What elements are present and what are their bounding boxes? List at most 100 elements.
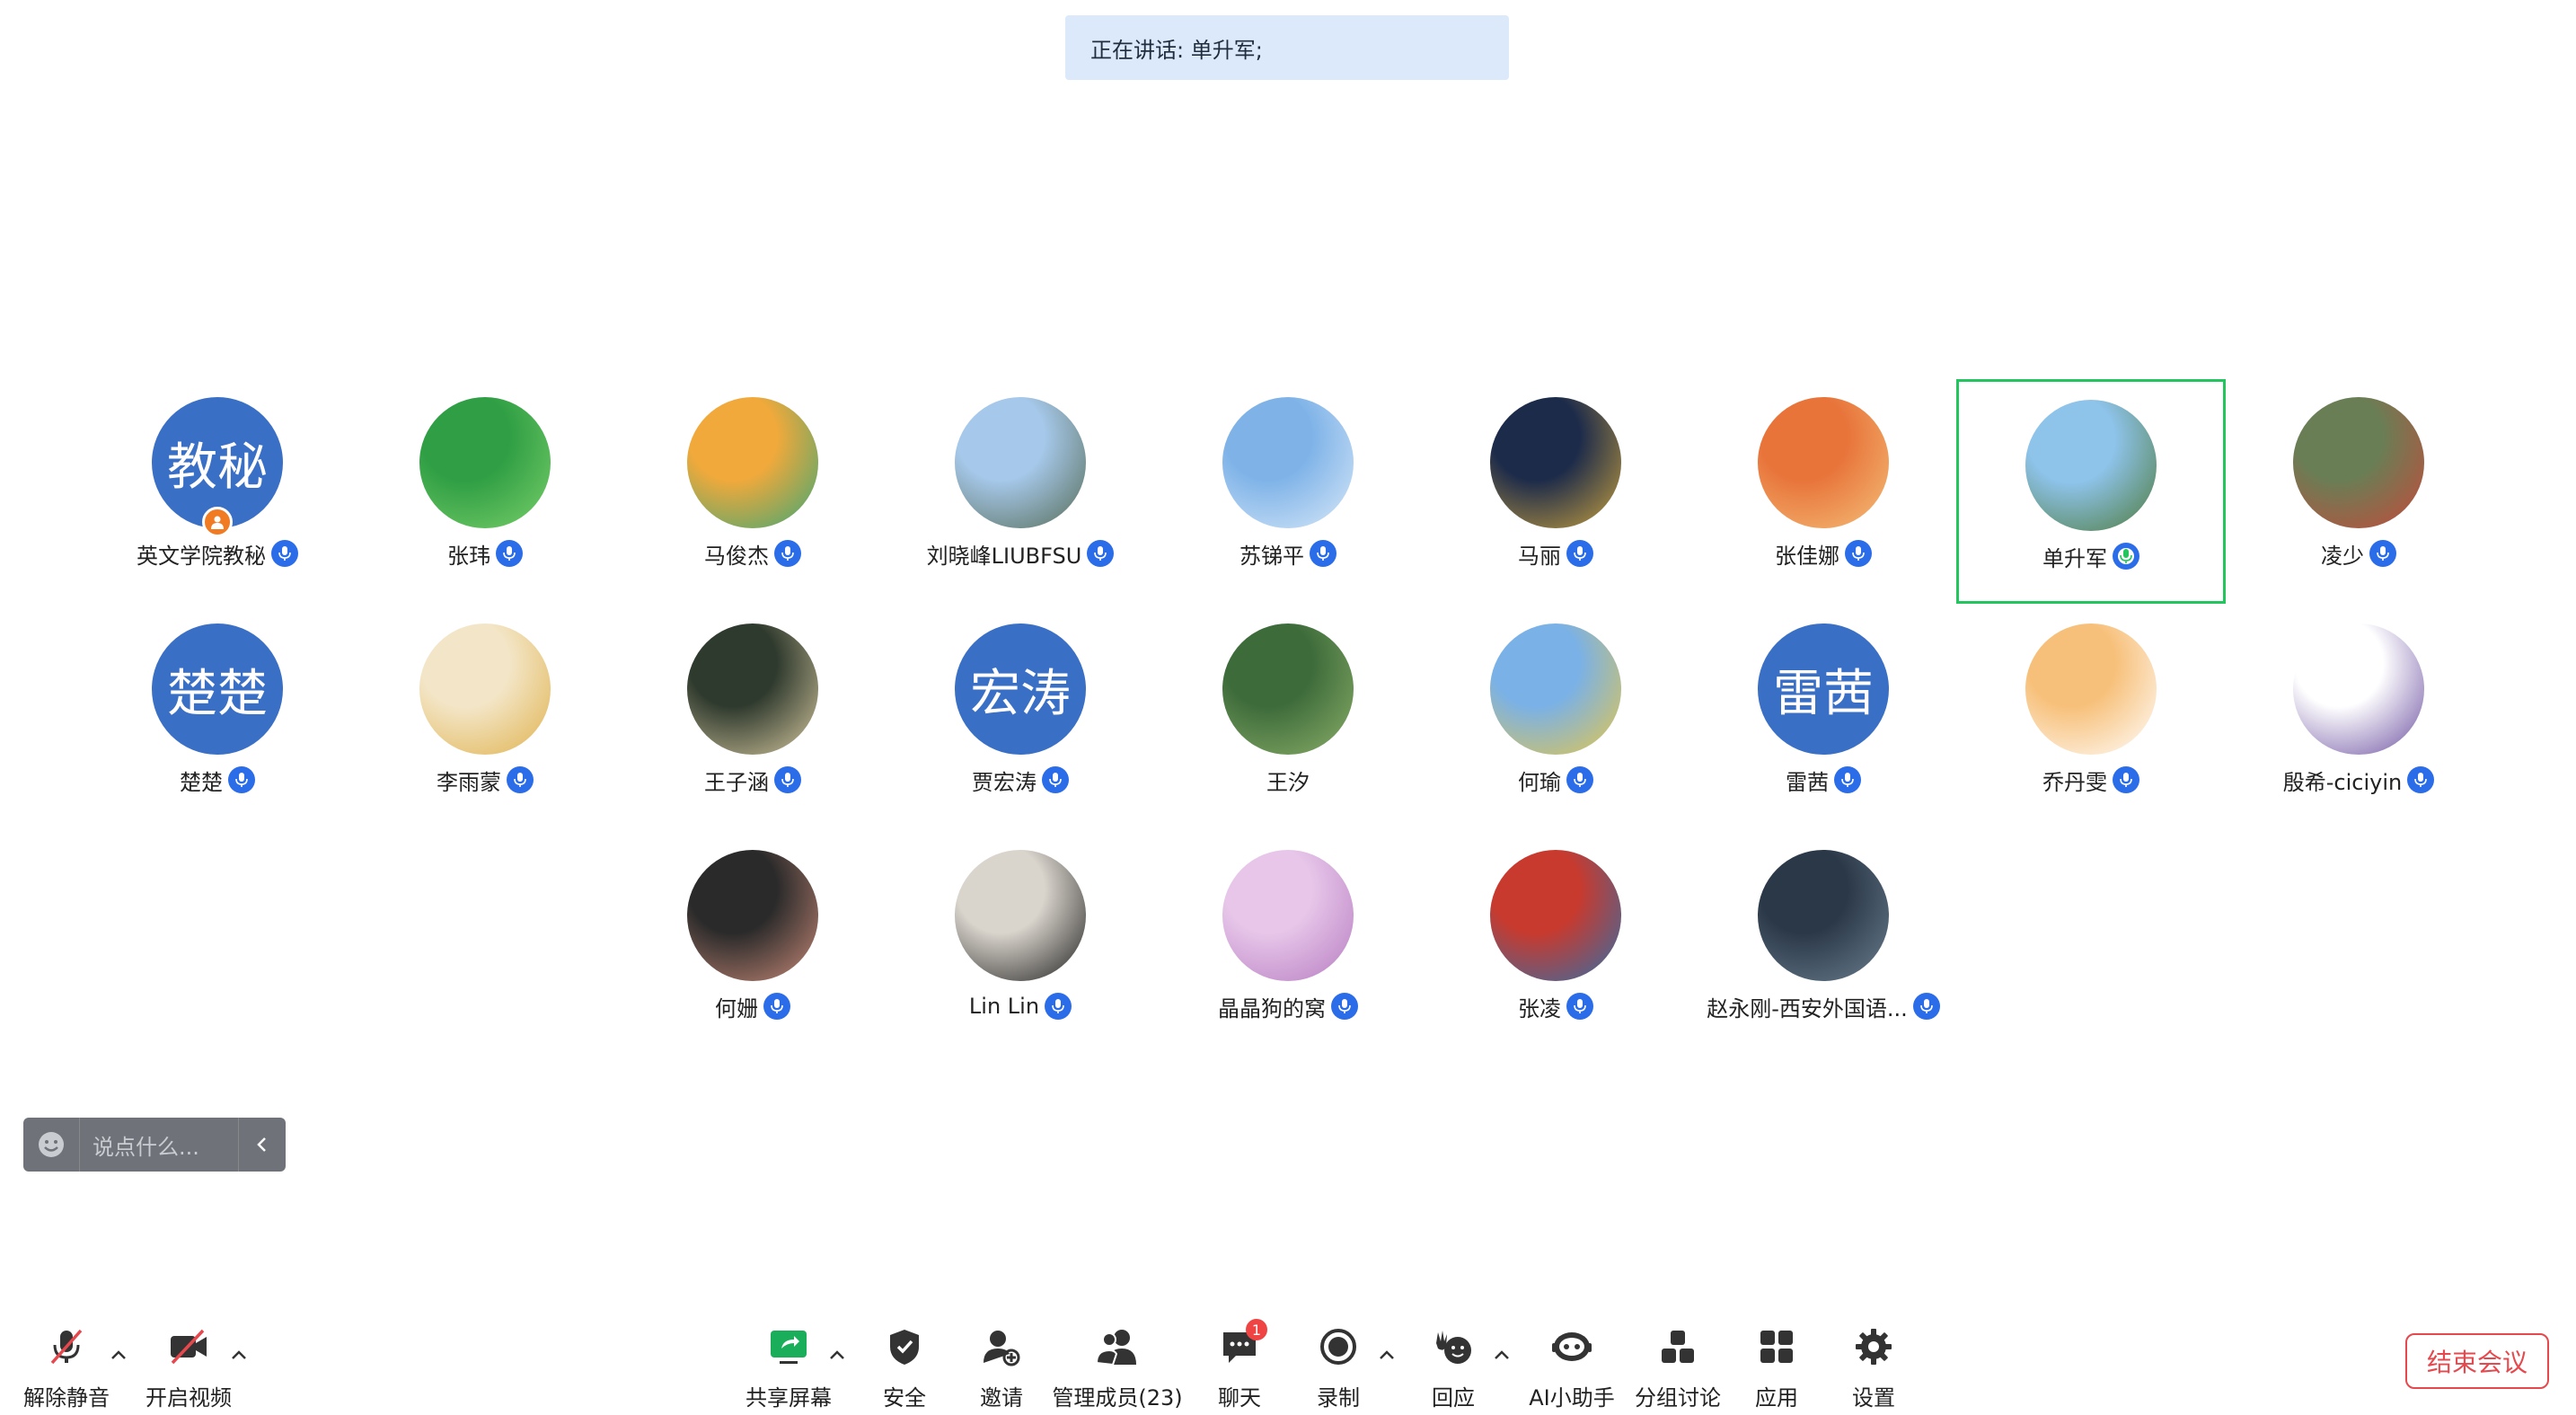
participant-tile[interactable]: 乔丹雯 — [1956, 606, 2226, 830]
participant-tile[interactable]: 教秘 英文学院教秘 — [83, 379, 352, 604]
avatar — [1490, 623, 1621, 755]
emoji-icon[interactable] — [23, 1118, 80, 1172]
security-button[interactable]: 安全 — [873, 1324, 936, 1414]
members-icon — [1095, 1324, 1140, 1369]
participant-name-row: 苏锑平 — [1153, 535, 1423, 571]
mic-icon — [496, 540, 523, 567]
avatar — [419, 623, 551, 755]
avatar — [1222, 623, 1354, 755]
mic-icon — [1310, 540, 1337, 567]
participant-name-row: 马俊杰 — [618, 535, 887, 571]
participant-tile[interactable]: 张佳娜 — [1689, 379, 1958, 604]
mic-icon — [2369, 540, 2396, 567]
chevron-up-icon[interactable] — [1376, 1344, 1398, 1366]
participant-tile[interactable]: 王子涵 — [618, 606, 887, 830]
participant-name: 晶晶狗的窝 — [1218, 995, 1326, 1021]
settings-button[interactable]: 设置 — [1847, 1324, 1901, 1414]
participant-tile[interactable]: 宏涛贾宏涛 — [886, 606, 1155, 830]
chevron-up-icon[interactable] — [1491, 1344, 1513, 1366]
bottom-toolbar: 解除静音 开启视频 共享屏幕 安全 邀请 管理成员(23) 1 聊天 录制 回应… — [0, 1312, 2576, 1415]
participant-name-row: 赵永刚-西安外国语... — [1689, 988, 1958, 1024]
participant-name-row: 何瑜 — [1421, 762, 1690, 798]
participant-name-row: 张凌 — [1421, 988, 1690, 1024]
participant-name: 马俊杰 — [704, 543, 769, 569]
participant-tile[interactable]: Lin Lin — [886, 832, 1155, 1057]
chevron-up-icon[interactable] — [228, 1344, 250, 1366]
participant-tile[interactable]: 楚楚 楚楚 — [83, 606, 352, 830]
participant-name: 何瑜 — [1518, 769, 1561, 795]
participant-name-row: 张玮 — [350, 535, 620, 571]
participant-tile[interactable]: 殷希-ciciyin — [2224, 606, 2493, 830]
mic-icon — [1912, 993, 1940, 1020]
participant-name: 张凌 — [1518, 995, 1561, 1021]
participant-name: 王汐 — [1266, 769, 1310, 795]
ai-robot-icon — [1549, 1324, 1594, 1369]
mic-active-icon — [2113, 543, 2139, 570]
participant-name-row: 王子涵 — [618, 762, 887, 798]
participant-tile[interactable]: 张凌 — [1421, 832, 1690, 1057]
chat-unread-badge: 1 — [1246, 1319, 1267, 1340]
unmute-button[interactable]: 解除静音 — [23, 1324, 110, 1414]
mic-icon — [2113, 766, 2139, 793]
chat-button[interactable]: 1 聊天 — [1213, 1319, 1267, 1414]
participant-tile[interactable]: 张玮 — [350, 379, 620, 604]
participant-tile[interactable]: 马俊杰 — [618, 379, 887, 604]
security-label: 安全 — [883, 1385, 926, 1411]
participant-tile[interactable]: 雷茜 雷茜 — [1689, 606, 1958, 830]
chat-label: 聊天 — [1218, 1385, 1261, 1411]
ai-assistant-button[interactable]: AI小助手 — [1527, 1324, 1617, 1414]
apps-button[interactable]: 应用 — [1750, 1324, 1804, 1414]
chevron-up-icon[interactable] — [108, 1344, 129, 1366]
chevron-up-icon[interactable] — [826, 1344, 848, 1366]
invite-label: 邀请 — [980, 1385, 1023, 1411]
share-screen-button[interactable]: 共享屏幕 — [744, 1324, 834, 1414]
chevron-left-icon[interactable] — [238, 1118, 286, 1172]
avatar — [687, 623, 818, 755]
participant-tile[interactable]: 何姗 — [618, 832, 887, 1057]
mic-icon — [1566, 766, 1593, 793]
record-button[interactable]: 录制 — [1311, 1324, 1365, 1414]
participant-name: 楚楚 — [180, 769, 223, 795]
participant-name: 张佳娜 — [1775, 543, 1839, 569]
quick-chat-input[interactable]: 说点什么... — [23, 1118, 286, 1172]
participant-tile[interactable]: 单升军 — [1956, 379, 2226, 604]
participant-tile[interactable]: 何瑜 — [1421, 606, 1690, 830]
participant-name-row: 单升军 — [1959, 538, 2223, 574]
shield-icon — [882, 1324, 927, 1369]
avatar — [2025, 400, 2157, 531]
avatar: 雷茜 — [1758, 623, 1889, 755]
reaction-button[interactable]: 回应 — [1426, 1324, 1480, 1414]
mic-icon — [507, 766, 534, 793]
participant-name-row: 何姗 — [618, 988, 887, 1024]
manage-members-button[interactable]: 管理成员(23) — [1052, 1324, 1183, 1414]
participant-name-row: 贾宏涛 — [886, 762, 1155, 798]
participant-name: 王子涵 — [704, 769, 769, 795]
avatar: 宏涛 — [955, 623, 1086, 755]
participant-tile[interactable]: 刘晓峰LIUBFSU — [886, 379, 1155, 604]
participant-tile[interactable]: 凌少 — [2224, 379, 2493, 604]
participant-name: 英文学院教秘 — [137, 543, 266, 569]
ai-assistant-label: AI小助手 — [1529, 1385, 1615, 1411]
share-screen-label: 共享屏幕 — [745, 1385, 832, 1411]
participant-tile[interactable]: 王汐 — [1153, 606, 1423, 830]
invite-button[interactable]: 邀请 — [970, 1324, 1033, 1414]
participant-name: 贾宏涛 — [972, 769, 1037, 795]
chat-placeholder[interactable]: 说点什么... — [80, 1129, 238, 1161]
end-meeting-button[interactable]: 结束会议 — [2405, 1333, 2549, 1389]
participant-tile[interactable]: 马丽 — [1421, 379, 1690, 604]
unmute-label: 解除静音 — [23, 1385, 110, 1411]
participant-tile[interactable]: 李雨蒙 — [350, 606, 620, 830]
end-meeting-label: 结束会议 — [2426, 1348, 2527, 1377]
participant-tile[interactable]: 赵永刚-西安外国语... — [1689, 832, 1958, 1057]
participant-name: 雷茜 — [1786, 769, 1829, 795]
breakout-button[interactable]: 分组讨论 — [1633, 1324, 1723, 1414]
mic-icon — [2407, 766, 2435, 793]
start-video-button[interactable]: 开启视频 — [146, 1324, 232, 1414]
settings-label: 设置 — [1852, 1385, 1895, 1411]
participant-name: 刘晓峰LIUBFSU — [926, 543, 1082, 569]
participant-tile[interactable]: 晶晶狗的窝 — [1153, 832, 1423, 1057]
participant-name-row: 李雨蒙 — [350, 762, 620, 798]
participant-tile[interactable]: 苏锑平 — [1153, 379, 1423, 604]
mic-icon — [1566, 993, 1593, 1020]
participant-name: 单升军 — [2042, 545, 2107, 571]
